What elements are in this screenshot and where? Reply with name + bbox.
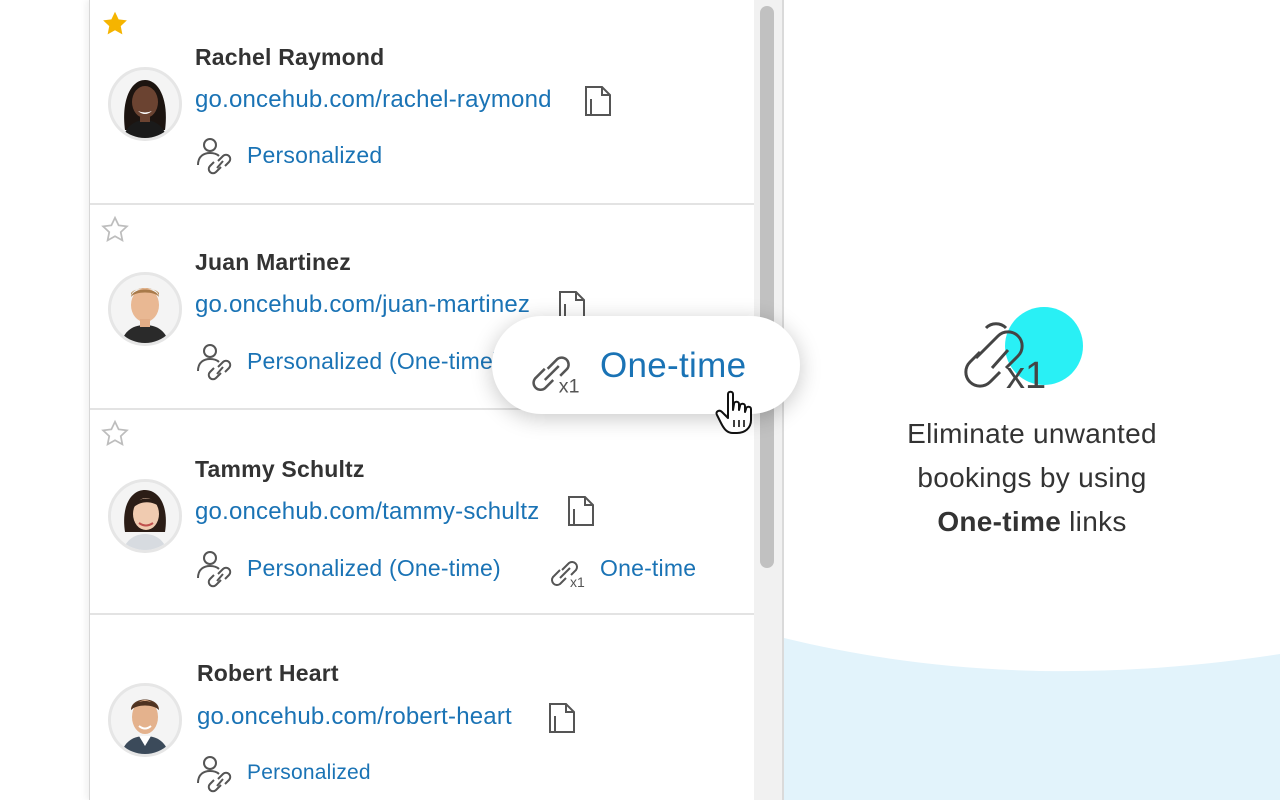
avatar	[108, 683, 182, 757]
contact-card-robert-heart: Robert Heart go.oncehub.com/robert-heart…	[90, 615, 754, 800]
contact-name: Tammy Schultz	[195, 456, 365, 482]
svg-text:x1: x1	[559, 376, 580, 394]
personalized-link-icon	[197, 138, 232, 175]
svg-text:x1: x1	[1006, 355, 1046, 394]
link-type-personalized[interactable]: Personalized	[195, 135, 382, 175]
contact-card-rachel-raymond: Rachel Raymond go.oncehub.com/rachel-ray…	[90, 0, 754, 205]
personalized-link-icon	[197, 344, 232, 381]
star-outline-icon[interactable]	[100, 419, 130, 449]
star-outline-icon[interactable]	[100, 215, 130, 245]
promo-line-3: One-time links	[824, 500, 1240, 544]
contact-name: Robert Heart	[197, 660, 339, 686]
promo-line-2: bookings by using	[917, 462, 1147, 493]
one-time-link-icon: x1	[532, 356, 580, 394]
avatar	[108, 67, 182, 141]
copy-document-icon[interactable]	[583, 84, 613, 118]
svg-text:x1: x1	[570, 574, 585, 588]
link-type-one-time[interactable]: x1 One-time	[548, 548, 696, 588]
promo-text: Eliminate unwanted bookings by using One…	[824, 412, 1240, 544]
one-time-link-icon: x1	[964, 307, 1083, 394]
background-wave	[784, 638, 1280, 800]
contact-name: Juan Martinez	[195, 249, 351, 275]
promo-line-1: Eliminate unwanted	[907, 418, 1157, 449]
link-type-personalized[interactable]: Personalized	[195, 753, 371, 793]
one-time-link-icon: x1	[551, 561, 585, 588]
star-filled-icon[interactable]	[100, 9, 130, 39]
copy-document-icon[interactable]	[566, 494, 596, 528]
promo-line-3-rest: links	[1061, 506, 1127, 537]
link-type-label: Personalized	[247, 761, 371, 784]
booking-page-url[interactable]: go.oncehub.com/robert-heart	[197, 703, 512, 731]
personalized-link-icon	[197, 756, 232, 793]
contact-name: Rachel Raymond	[195, 44, 385, 70]
promo-bold-term: One-time	[937, 506, 1062, 537]
copy-document-icon[interactable]	[547, 701, 577, 735]
scrollbar-thumb[interactable]	[760, 6, 774, 568]
booking-page-url[interactable]: go.oncehub.com/juan-martinez	[195, 291, 530, 319]
hand-pointer-cursor	[715, 390, 752, 434]
link-type-label: Personalized	[247, 141, 383, 168]
link-type-personalized-one-time[interactable]: Personalized (One-time)	[195, 548, 501, 588]
personalized-link-icon	[197, 551, 232, 588]
avatar	[108, 479, 182, 553]
link-type-label: One-time	[600, 554, 697, 581]
booking-page-url[interactable]: go.oncehub.com/rachel-raymond	[195, 86, 552, 114]
contact-card-tammy-schultz: Tammy Schultz go.oncehub.com/tammy-schul…	[90, 410, 754, 615]
avatar	[108, 272, 182, 346]
promo-panel: x1 Eliminate unwanted bookings by using …	[784, 0, 1280, 800]
one-time-option-label: One-time	[600, 346, 747, 385]
booking-page-url[interactable]: go.oncehub.com/tammy-schultz	[195, 498, 539, 526]
link-type-label: Personalized (One-time)	[247, 554, 501, 581]
link-type-label: Personalized (One-time)	[247, 347, 501, 374]
link-type-personalized-one-time[interactable]: Personalized (One-time)	[195, 341, 501, 381]
